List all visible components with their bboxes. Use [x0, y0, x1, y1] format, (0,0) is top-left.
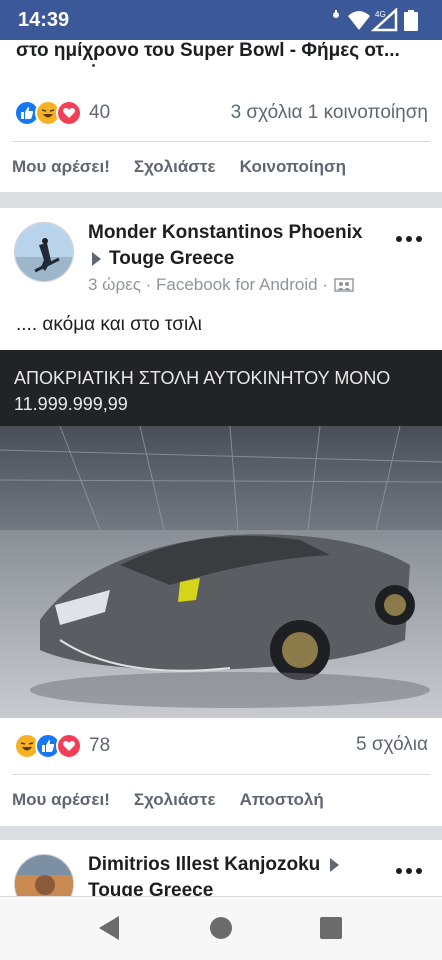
comment-button[interactable]: Σχολιάστε [134, 790, 216, 810]
dot-icon [416, 868, 422, 874]
arrow-right-icon [92, 252, 101, 266]
post-card-1: στο ημίχρονο του Super Bowl - Φήμες οτ..… [0, 40, 442, 192]
post-author-name[interactable]: Monder Konstantinos Phoenix [88, 222, 362, 244]
comment-button[interactable]: Σχολιάστε [134, 157, 216, 177]
home-icon[interactable] [206, 913, 236, 943]
post-group-line: Touge Greece [88, 248, 234, 270]
post-card-3: Dimitrios Illest Kanjozoku Touge Greece [0, 840, 442, 896]
reaction-summary[interactable]: 78 [14, 732, 110, 760]
divider [12, 141, 430, 142]
privacy-friends-icon [334, 278, 354, 292]
post-meta-text: 3 ώρες · Facebook for Android · [88, 275, 328, 294]
wifi-icon [348, 11, 370, 30]
post-body-text: .... ακόμα και στο τσιλι [16, 314, 202, 335]
love-reaction-icon [56, 733, 82, 759]
author-avatar[interactable] [14, 222, 74, 282]
battery-icon [404, 10, 418, 31]
more-options-button[interactable] [396, 866, 422, 876]
decor-dot [92, 64, 95, 67]
status-bar: 14:39 4G [0, 0, 442, 40]
divider [12, 774, 430, 775]
dot-icon [396, 868, 402, 874]
arrow-right-icon [330, 858, 340, 872]
image-caption-line-2: 11.999.999,99 [14, 394, 128, 414]
image-caption-line-1: ΑΠΟΚΡΙΑΤΙΚΗ ΣΤΟΛΗ ΑΥΤΟΚΙΝΗΤΟΥ ΜΟΝΟ [14, 368, 391, 388]
post-meta: 3 ώρες · Facebook for Android · [88, 275, 354, 295]
dot-icon [406, 236, 412, 242]
dot-icon [406, 868, 412, 874]
post-image[interactable]: ΑΠΟΚΡΙΑΤΙΚΗ ΣΤΟΛΗ ΑΥΤΟΚΙΝΗΤΟΥ ΜΟΝΟ 11.99… [0, 350, 442, 718]
send-button[interactable]: Αποστολή [240, 790, 324, 810]
author-avatar[interactable] [14, 854, 74, 896]
reaction-summary[interactable]: 40 [14, 99, 110, 127]
post-actions: Μου αρέσει! Σχολιάστε Αποστολή [12, 790, 324, 810]
reaction-count: 78 [89, 735, 111, 756]
image-caption-banner: ΑΠΟΚΡΙΑΤΙΚΗ ΣΤΟΛΗ ΑΥΤΟΚΙΝΗΤΟΥ ΜΟΝΟ 11.99… [0, 350, 442, 426]
more-options-button[interactable] [396, 234, 422, 244]
post-group-name[interactable]: Touge Greece [109, 248, 234, 270]
comments-count[interactable]: 5 σχόλια [356, 734, 428, 756]
post-card-2: Monder Konstantinos Phoenix Touge Greece… [0, 208, 442, 826]
post-author-name[interactable]: Dimitrios Illest Kanjozoku [88, 854, 320, 876]
post-actions: Μου αρέσει! Σχολιάστε Κοινοποίηση [12, 157, 346, 177]
like-button[interactable]: Μου αρέσει! [12, 790, 110, 810]
reaction-count: 40 [89, 102, 111, 123]
system-nav-bar [0, 896, 442, 960]
network-type: 4G [375, 10, 386, 19]
share-button[interactable]: Κοινοποίηση [240, 157, 346, 177]
status-time: 14:39 [18, 9, 70, 31]
dot-icon [396, 236, 402, 242]
post-group-name[interactable]: Touge Greece [88, 880, 213, 896]
alarm-icon [333, 10, 339, 18]
status-icons: 4G [333, 8, 418, 32]
recents-icon[interactable] [316, 913, 346, 943]
comments-shares-count[interactable]: 3 σχόλια 1 κοινοποίηση [231, 102, 428, 124]
back-icon[interactable] [95, 913, 125, 943]
love-reaction-icon [56, 100, 82, 126]
like-button[interactable]: Μου αρέσει! [12, 157, 110, 177]
dot-icon [416, 236, 422, 242]
post-link-title[interactable]: στο ημίχρονο του Super Bowl - Φήμες οτ..… [16, 40, 426, 62]
post-author-line: Dimitrios Illest Kanjozoku [88, 854, 347, 876]
